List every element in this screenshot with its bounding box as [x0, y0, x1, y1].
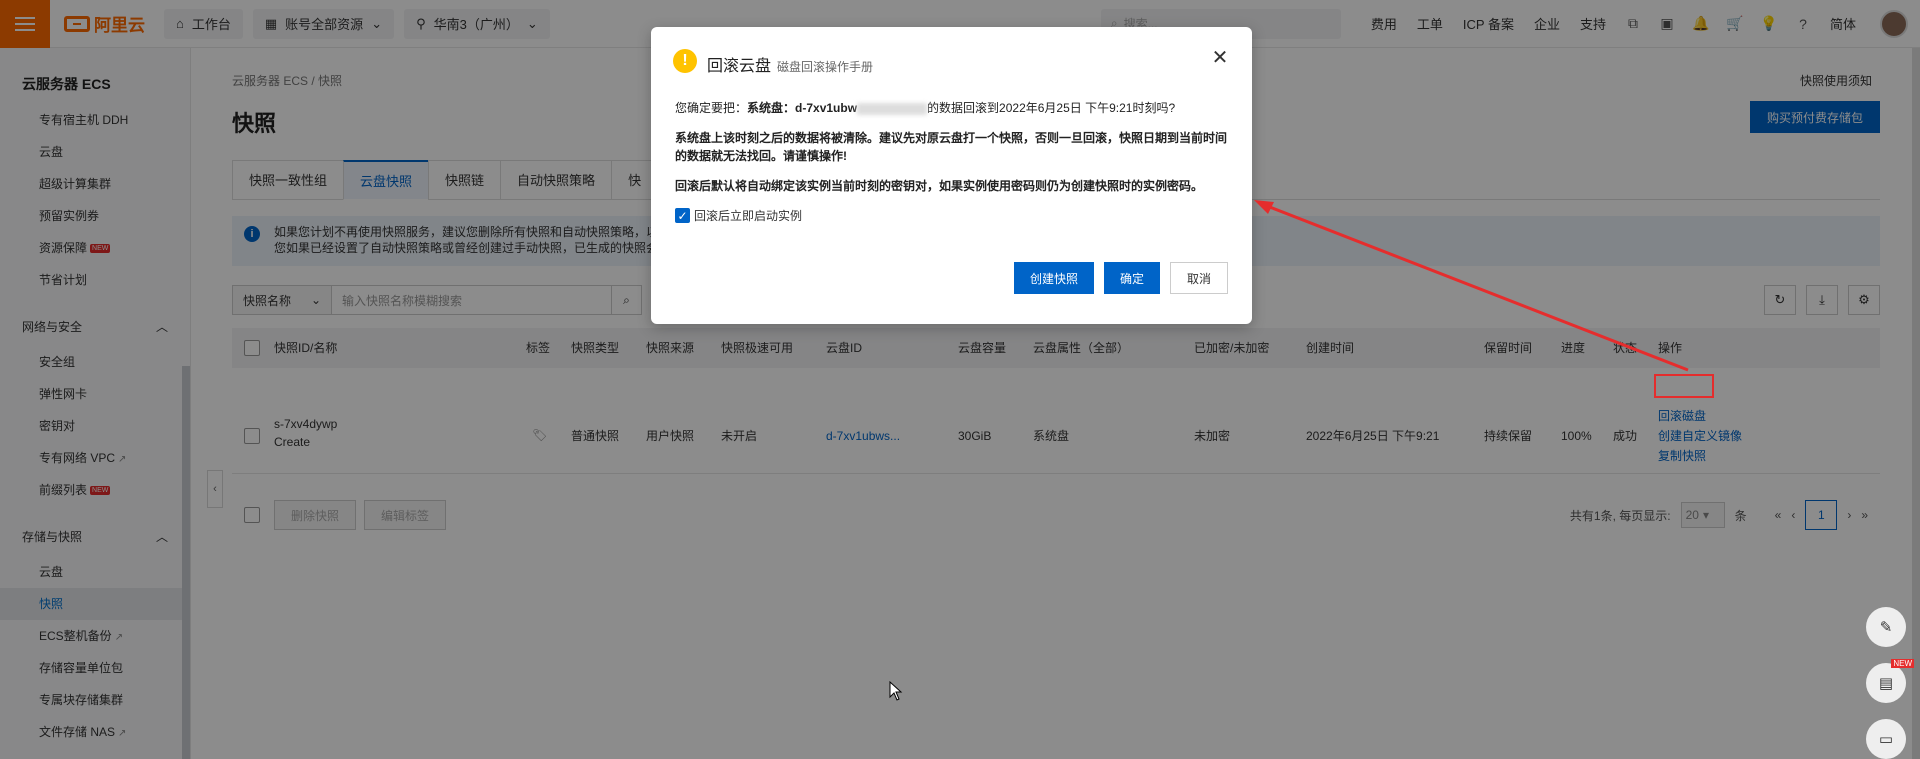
dialog-title-text: 回滚云盘	[707, 58, 772, 75]
rollback-dialog: ! 回滚云盘 磁盘回滚操作手册 ✕ 您确定要把：系统盘：d-7xv1ubw 的数据回…	[651, 27, 1252, 324]
docs-button[interactable]: ▤ NEW	[1866, 659, 1914, 703]
cancel-button[interactable]: 取消	[1169, 262, 1228, 294]
edit-feedback-button[interactable]: ✎	[1866, 607, 1906, 647]
close-icon[interactable]: ✕	[1210, 47, 1230, 69]
new-badge: NEW	[1891, 659, 1914, 668]
dialog-body: 您确定要把：系统盘：d-7xv1ubw 的数据回滚到2022年6月25日 下午9:…	[675, 99, 1235, 207]
start-instance-checkbox-row[interactable]: ✓ 回滚后立即启动实例	[675, 207, 802, 224]
mouse-cursor-icon	[889, 681, 903, 701]
highlight-box	[1654, 374, 1714, 398]
disk-name: 系统盘：d-7xv1ubw	[747, 101, 858, 115]
redacted-text	[857, 102, 928, 115]
dialog-buttons: 创建快照 确定 取消	[1013, 262, 1228, 294]
checkbox-label: 回滚后立即启动实例	[694, 209, 803, 223]
pencil-icon: ✎	[1879, 619, 1893, 636]
rollback-manual-link[interactable]: 磁盘回滚操作手册	[777, 60, 873, 74]
chat-button[interactable]: ▭	[1866, 719, 1906, 759]
warning-text: 系统盘上该时刻之后的数据将被清除。建议先对原云盘打一个快照，否则一旦回滚，快照日…	[675, 131, 1228, 163]
keypair-text: 回滚后默认将自动绑定该实例当前时刻的密钥对，如果实例使用密码则仍为创建快照时的实…	[675, 179, 1204, 193]
floating-buttons: ✎ ▤ NEW ▭	[1866, 607, 1914, 759]
chat-icon: ▭	[1878, 731, 1894, 748]
confirm-suffix: 的数据回滚到2022年6月25日 下午9:21时刻吗?	[927, 101, 1176, 115]
confirm-prefix: 您确定要把：	[675, 101, 748, 115]
dialog-title: 回滚云盘 磁盘回滚操作手册	[707, 52, 873, 76]
warning-icon: !	[673, 49, 697, 73]
start-instance-checkbox[interactable]: ✓	[675, 208, 690, 223]
create-snapshot-button[interactable]: 创建快照	[1013, 262, 1094, 294]
book-icon: ▤	[1878, 675, 1894, 692]
confirm-line: 您确定要把：系统盘：d-7xv1ubw 的数据回滚到2022年6月25日 下午9:…	[675, 99, 1235, 117]
confirm-button[interactable]: 确定	[1103, 262, 1160, 294]
